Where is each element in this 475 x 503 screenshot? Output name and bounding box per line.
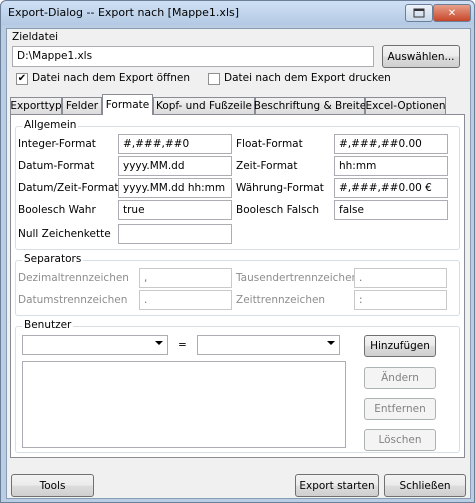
add-button[interactable]: Hinzufügen <box>364 335 436 357</box>
equals-sign: = <box>178 339 187 351</box>
date-separator-input[interactable]: . <box>139 290 232 310</box>
restore-icon <box>413 8 425 18</box>
title-bar[interactable]: Export-Dialog -- Export nach [Mappe1.xls… <box>1 1 474 25</box>
currency-format-input[interactable]: #,###,##0.00 € <box>334 178 448 198</box>
print-after-export-label[interactable]: Datei nach dem Export drucken <box>224 72 391 84</box>
time-separator-label: Zeittrennzeichen <box>236 294 326 306</box>
close-window-button[interactable]: ✕ <box>433 4 471 22</box>
date-format-label: Datum-Format <box>18 160 95 172</box>
restore-button[interactable] <box>405 4 433 22</box>
dialog-client-area: Zieldatei D:\Mappe1.xls Auswählen... ✔ D… <box>6 28 471 499</box>
formate-tab-panel: Allgemein Integer-Format #,###,##0 Float… <box>10 114 465 458</box>
export-dialog-window: Export-Dialog -- Export nach [Mappe1.xls… <box>0 0 475 503</box>
time-format-input[interactable]: hh:mm <box>334 156 448 176</box>
user-value-select[interactable] <box>197 335 340 355</box>
tab-felder[interactable]: Felder <box>62 97 102 114</box>
allgemein-title: Allgemein <box>22 119 79 131</box>
bool-false-input[interactable]: false <box>334 200 448 220</box>
integer-format-label: Integer-Format <box>18 138 96 150</box>
tab-kopf-fusszeile[interactable]: Kopf- und Fußzeile <box>153 97 255 114</box>
datetime-format-input[interactable]: yyyy.MM.dd hh:mm <box>118 178 232 198</box>
target-file-input[interactable]: D:\Mappe1.xls <box>12 46 374 67</box>
null-string-input[interactable] <box>118 224 232 244</box>
close-icon: ✕ <box>447 7 457 19</box>
date-separator-label: Datumstrennzeichen <box>18 294 128 306</box>
thousand-separator-input[interactable]: . <box>354 268 447 288</box>
close-button[interactable]: Schließen <box>384 474 466 497</box>
window-title: Export-Dialog -- Export nach [Mappe1.xls… <box>8 6 240 19</box>
allgemein-group: Allgemein Integer-Format #,###,##0 Float… <box>15 119 460 250</box>
chevron-down-icon <box>327 341 335 345</box>
time-format-label: Zeit-Format <box>236 160 298 172</box>
browse-button[interactable]: Auswählen... <box>382 45 460 68</box>
decimal-separator-input[interactable]: , <box>139 268 232 288</box>
clear-button[interactable]: Löschen <box>364 429 436 451</box>
change-button[interactable]: Ändern <box>364 367 436 389</box>
bool-false-label: Boolesch Falsch <box>236 204 319 216</box>
time-separator-input[interactable]: : <box>354 290 447 310</box>
null-string-label: Null Zeichenkette <box>18 228 111 240</box>
separators-title: Separators <box>22 253 84 265</box>
float-format-label: Float-Format <box>236 138 303 150</box>
tab-beschriftung-breite[interactable]: Beschriftung & Breite <box>254 97 366 114</box>
benutzer-group: Benutzer = Hinzufügen Ändern Entfernen L… <box>15 319 460 453</box>
bool-true-label: Boolesch Wahr <box>18 204 96 216</box>
tab-exporttyp[interactable]: Exporttyp <box>10 97 62 114</box>
separators-group: Separators Dezimaltrennzeichen , Tausend… <box>15 253 460 316</box>
chevron-down-icon <box>155 341 163 345</box>
tab-excel-optionen[interactable]: Excel-Optionen <box>365 97 446 114</box>
thousand-separator-label: Tausendertrennzeichen <box>236 272 359 284</box>
tools-button[interactable]: Tools <box>11 474 94 497</box>
float-format-input[interactable]: #,###,##0.00 <box>334 134 448 154</box>
checkmark-icon: ✔ <box>17 73 27 84</box>
open-after-export-label[interactable]: Datei nach dem Export öffnen <box>32 72 190 84</box>
remove-button[interactable]: Entfernen <box>364 398 436 420</box>
user-format-select[interactable] <box>22 335 168 355</box>
tab-formate[interactable]: Formate <box>102 94 153 115</box>
date-format-input[interactable]: yyyy.MM.dd <box>118 156 232 176</box>
target-file-label: Zieldatei <box>12 31 59 43</box>
datetime-format-label: Datum/Zeit-Format <box>18 182 119 194</box>
bool-true-input[interactable]: true <box>118 200 232 220</box>
currency-format-label: Währung-Format <box>236 182 324 194</box>
decimal-separator-label: Dezimaltrennzeichen <box>18 272 129 284</box>
open-after-export-checkbox[interactable]: ✔ <box>16 73 28 85</box>
user-format-list[interactable] <box>22 361 346 448</box>
integer-format-input[interactable]: #,###,##0 <box>118 134 232 154</box>
export-start-button[interactable]: Export starten <box>295 474 379 497</box>
benutzer-title: Benutzer <box>22 319 74 331</box>
print-after-export-checkbox[interactable] <box>208 73 220 85</box>
